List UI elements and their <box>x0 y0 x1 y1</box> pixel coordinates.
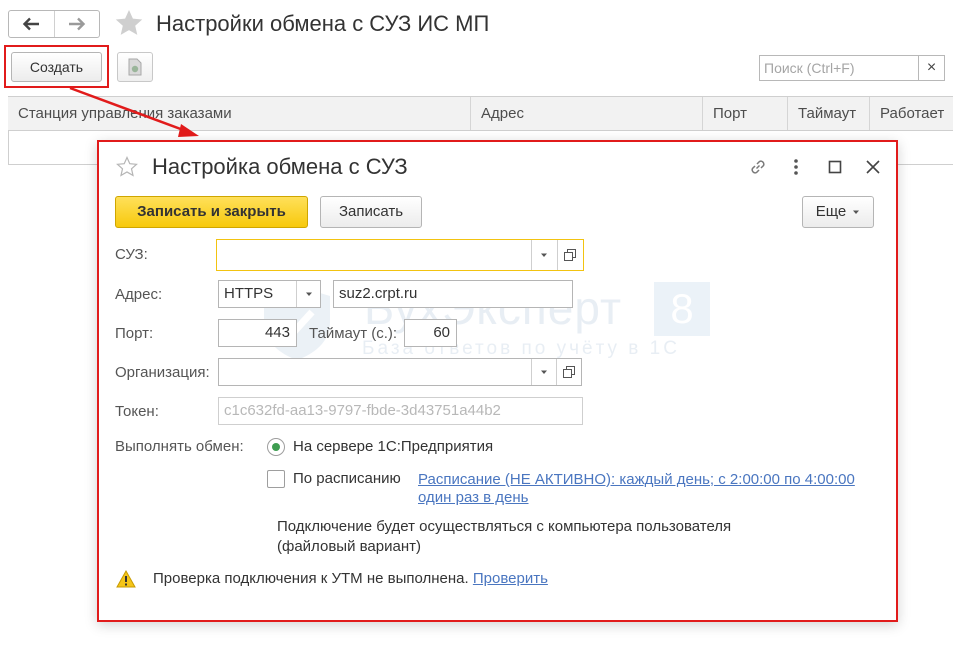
favorite-star-icon[interactable] <box>114 8 144 38</box>
link-button[interactable] <box>747 156 769 178</box>
protocol-select[interactable]: HTTPS <box>218 280 321 308</box>
schedule-option-label[interactable]: По расписанию <box>293 469 401 489</box>
token-label: Токен: <box>115 403 159 420</box>
connection-note-line2: (файловый вариант) <box>277 538 421 555</box>
suz-field[interactable] <box>216 239 584 271</box>
schedule-checkbox[interactable] <box>267 470 285 488</box>
port-input[interactable]: 443 <box>218 319 297 347</box>
nav-buttons <box>8 10 100 38</box>
chevron-down-icon <box>305 292 312 296</box>
suz-open-button[interactable] <box>557 240 581 270</box>
back-button[interactable] <box>9 11 54 37</box>
more-button[interactable]: Еще <box>802 196 874 228</box>
save-and-close-button[interactable]: Записать и закрыть <box>115 196 308 228</box>
connection-note: Подключение будет осуществляться с компь… <box>277 517 797 557</box>
column-port[interactable]: Порт <box>703 97 788 130</box>
forward-button[interactable] <box>53 11 100 37</box>
close-button[interactable] <box>862 156 884 178</box>
chevron-down-icon <box>540 370 547 374</box>
schedule-link-line2[interactable]: один раз в день <box>418 488 529 507</box>
more-actions-button[interactable] <box>785 156 807 178</box>
server-radio[interactable] <box>267 438 285 456</box>
favorite-star-icon[interactable] <box>116 156 138 178</box>
open-window-icon <box>562 366 575 378</box>
organization-open-button[interactable] <box>556 359 580 385</box>
organization-field[interactable] <box>218 358 582 386</box>
connection-note-line1: Подключение будет осуществляться с компь… <box>277 518 732 535</box>
server-option-label[interactable]: На сервере 1С:Предприятия <box>293 437 493 457</box>
suz-dropdown-button[interactable] <box>531 240 555 270</box>
warning-icon <box>116 570 136 588</box>
column-address[interactable]: Адрес <box>471 97 703 130</box>
page-title: Настройки обмена с СУЗ ИС МП <box>156 11 490 36</box>
maximize-icon <box>828 160 842 174</box>
document-button[interactable] <box>117 52 153 82</box>
column-station[interactable]: Станция управления заказами <box>8 97 471 130</box>
save-button[interactable]: Записать <box>320 196 422 228</box>
suz-label: СУЗ: <box>115 246 148 263</box>
chevron-down-icon <box>540 253 547 257</box>
protocol-dropdown-button[interactable] <box>296 281 320 307</box>
address-label: Адрес: <box>115 286 163 303</box>
organization-dropdown-button[interactable] <box>531 359 555 385</box>
check-link[interactable]: Проверить <box>473 570 548 587</box>
create-button-highlight <box>4 45 109 88</box>
search-input[interactable]: Поиск (Ctrl+F) <box>759 55 918 81</box>
warning-message: Проверка подключения к УТМ не выполнена.… <box>153 569 548 589</box>
arrow-right-icon <box>68 17 85 31</box>
host-input[interactable]: suz2.crpt.ru <box>333 280 573 308</box>
open-window-icon <box>563 249 576 261</box>
maximize-button[interactable] <box>824 156 846 178</box>
close-icon: × <box>926 59 937 76</box>
table-header: Станция управления заказами Адрес Порт Т… <box>8 96 953 131</box>
close-icon <box>866 160 880 174</box>
more-button-label: Еще <box>815 203 847 220</box>
search-clear-button[interactable]: × <box>918 55 945 81</box>
link-icon <box>751 160 765 174</box>
organization-label: Организация: <box>115 364 210 381</box>
exchange-label: Выполнять обмен: <box>115 438 244 455</box>
document-gear-icon <box>128 58 142 76</box>
schedule-link[interactable]: Расписание (НЕ АКТИВНО): каждый день; с … <box>418 470 855 489</box>
column-timeout[interactable]: Таймаут <box>788 97 870 130</box>
timeout-input[interactable]: 60 <box>404 319 457 347</box>
protocol-value: HTTPS <box>224 285 274 302</box>
chevron-down-icon <box>853 210 860 214</box>
column-works[interactable]: Работает <box>870 97 953 130</box>
warning-text: Проверка подключения к УТМ не выполнена. <box>153 570 469 587</box>
port-label: Порт: <box>115 325 154 342</box>
token-input[interactable]: c1c632fd-aa13-9797-fbde-3d43751a44b2 <box>218 397 583 425</box>
timeout-label: Таймаут (с.): <box>309 325 398 342</box>
vertical-dots-icon <box>794 159 798 175</box>
dialog-title: Настройка обмена с СУЗ <box>152 154 408 179</box>
arrow-left-icon <box>23 17 40 31</box>
